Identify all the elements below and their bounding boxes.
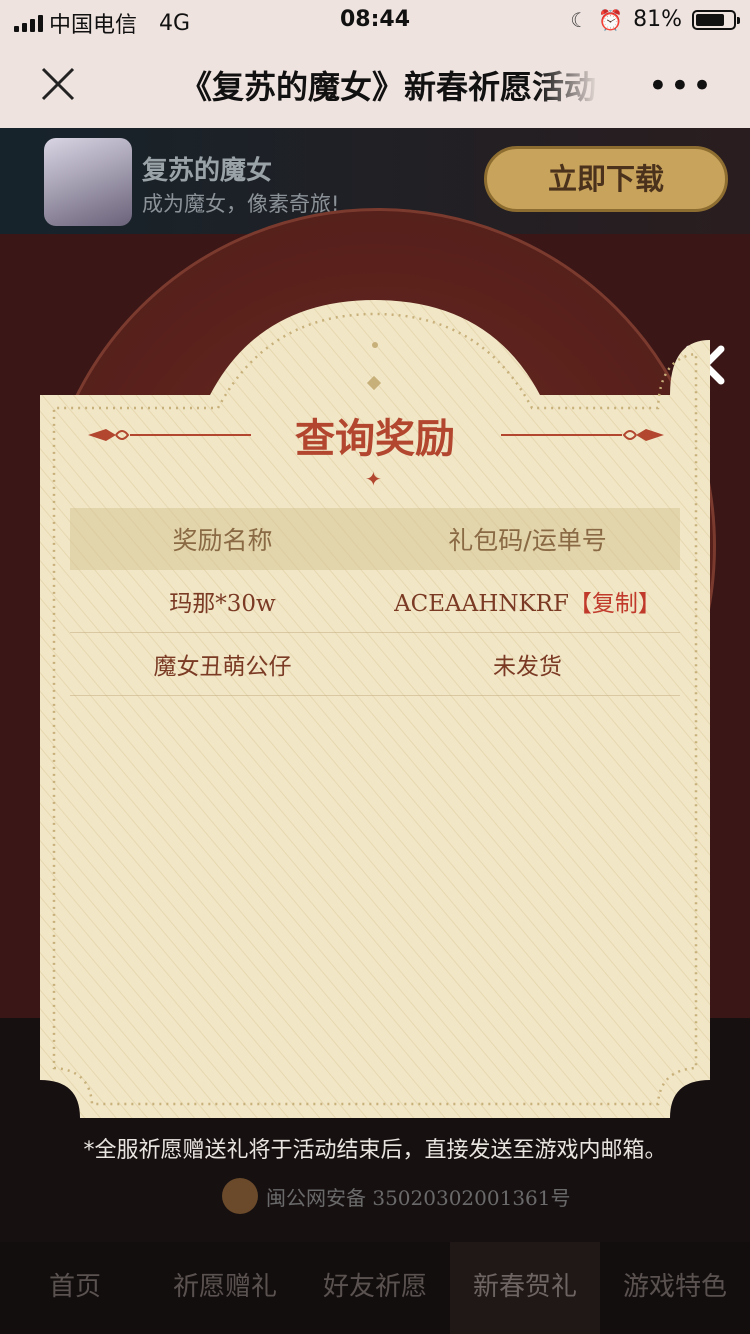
gift-code: ACEAAHNKRF (394, 591, 569, 617)
battery-percent: 81% (633, 7, 682, 32)
reward-code-cell: ACEAAHNKRF【复制】 (375, 584, 680, 618)
moon-icon: ☾ (570, 7, 589, 32)
status-right: ☾ ⏰ 81% (570, 7, 740, 32)
reward-table: 奖励名称 礼包码/运单号 玛那*30w ACEAAHNKRF【复制】 魔女丑萌公… (70, 508, 680, 696)
table-row: 魔女丑萌公仔 未发货 (70, 633, 680, 696)
police-badge-icon (222, 1178, 258, 1214)
app-name: 复苏的魔女 (142, 156, 273, 186)
tab-game-features[interactable]: 游戏特色 (600, 1242, 750, 1334)
bottom-tab-bar: 首页 祈愿赠礼 好友祈愿 新春贺礼 游戏特色 (0, 1242, 750, 1334)
table-row: 玛那*30w ACEAAHNKRF【复制】 (70, 570, 680, 633)
tab-new-year-gifts[interactable]: 新春贺礼 (450, 1242, 600, 1334)
tab-friend-wish[interactable]: 好友祈愿 (300, 1242, 450, 1334)
title-ornament-right-icon (501, 429, 664, 441)
download-button[interactable]: 立即下载 (484, 146, 728, 212)
table-header: 奖励名称 礼包码/运单号 (70, 508, 680, 570)
column-header-code: 礼包码/运单号 (448, 526, 607, 555)
tab-home[interactable]: 首页 (0, 1242, 150, 1334)
column-header-reward-name: 奖励名称 (172, 526, 273, 555)
nav-bar: 《复苏的魔女》新春祈愿活动 ••• (0, 40, 750, 128)
icp-record: 闽公网安备 35020302001361号 (266, 1186, 571, 1210)
tab-wish-gifts[interactable]: 祈愿赠礼 (150, 1242, 300, 1334)
app-avatar (44, 138, 132, 226)
status-bar: 中国电信 4G 08:44 ☾ ⏰ 81% (0, 0, 750, 40)
battery-icon (692, 9, 740, 30)
reward-name-cell: 魔女丑萌公仔 (153, 654, 292, 680)
sparkle-icon: ✦ (365, 467, 382, 491)
reward-code-cell: 未发货 (493, 654, 562, 680)
page-title: 《复苏的魔女》新春祈愿活动 (180, 68, 597, 106)
alarm-icon: ⏰ (598, 7, 624, 32)
close-icon[interactable] (38, 64, 78, 104)
query-reward-dialog: 查询奖励 ✦ 奖励名称 礼包码/运单号 玛那*30w ACEAAHNKRF【复制… (40, 300, 710, 1118)
copy-code-link[interactable]: 【复制】 (569, 591, 661, 617)
reward-name-cell: 玛那*30w (169, 591, 276, 617)
more-menu-button[interactable]: ••• (648, 66, 714, 106)
app-slogan: 成为魔女，像素奇旅! (142, 192, 340, 216)
mail-notice: *全服祈愿赠送礼将于活动结束后，直接发送至游戏内邮箱。 (83, 1138, 667, 1163)
